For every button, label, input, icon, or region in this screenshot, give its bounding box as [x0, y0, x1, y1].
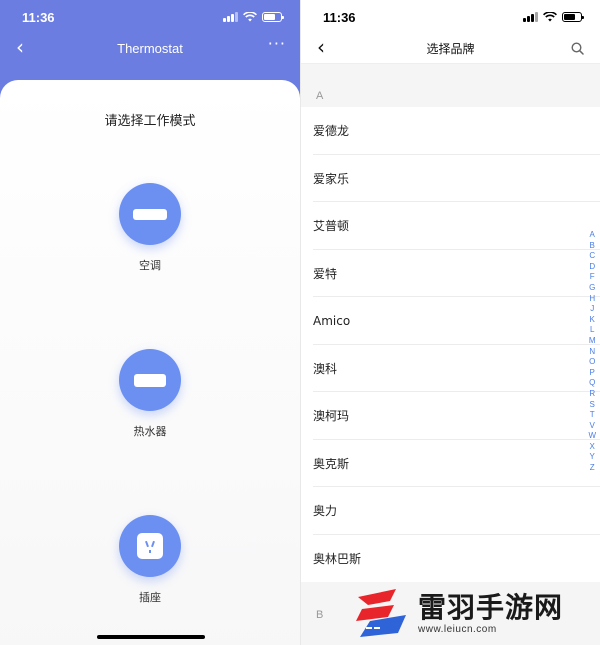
- signal-icon: [523, 12, 538, 22]
- battery-icon: [262, 12, 284, 22]
- home-indicator[interactable]: [97, 635, 205, 639]
- section-header-a: A: [316, 90, 324, 102]
- brand-item[interactable]: 爱家乐: [301, 155, 600, 203]
- mode-water-heater[interactable]: 热水器: [0, 349, 300, 439]
- signal-icon: [223, 12, 238, 22]
- mode-card: 请选择工作模式 空调 热水器 插座: [0, 80, 300, 645]
- mode-air-conditioner[interactable]: 空调: [0, 183, 300, 273]
- wifi-icon: [243, 12, 257, 22]
- watermark: 雷羽手游网 www.leiucn.com: [350, 583, 600, 643]
- watermark-title: 雷羽手游网: [418, 590, 564, 624]
- alphabet-index[interactable]: ABCDFGHJKLMNOPQRSTVWXYZ: [588, 230, 596, 474]
- brand-list: 爱德龙 爱家乐 艾普顿 爱特 Amico 澳科 澳柯玛 奥克斯 奥力 奥林巴斯: [301, 107, 600, 582]
- brand-select-screen: 11:36 ‹ 选择品牌 A 爱德龙 爱家乐 艾普顿 爱特 Amico 澳科 澳…: [300, 0, 600, 645]
- index-letter-w[interactable]: W: [588, 431, 596, 442]
- mode-label: 空调: [139, 259, 161, 272]
- index-letter-z[interactable]: Z: [590, 463, 595, 474]
- index-letter-v[interactable]: V: [590, 421, 595, 432]
- brand-item[interactable]: 奥克斯: [301, 440, 600, 488]
- search-icon[interactable]: [571, 42, 584, 55]
- index-letter-l[interactable]: L: [590, 325, 594, 336]
- status-bar: 11:36: [301, 0, 600, 34]
- more-icon[interactable]: ···: [268, 34, 286, 53]
- index-letter-y[interactable]: Y: [590, 452, 595, 463]
- index-letter-p[interactable]: P: [590, 368, 595, 379]
- status-bar: 11:36: [0, 0, 300, 34]
- watermark-logo-icon: [356, 589, 406, 637]
- index-letter-h[interactable]: H: [589, 294, 595, 305]
- index-letter-s[interactable]: S: [590, 400, 595, 411]
- index-letter-t[interactable]: T: [590, 410, 595, 421]
- air-conditioner-icon[interactable]: [119, 183, 181, 245]
- index-letter-a[interactable]: A: [590, 230, 595, 241]
- page-title: 选择品牌: [426, 42, 475, 56]
- watermark-url: www.leiucn.com: [418, 623, 497, 635]
- index-letter-g[interactable]: G: [589, 283, 595, 294]
- back-icon[interactable]: ‹: [16, 36, 24, 58]
- brand-item[interactable]: 艾普顿: [301, 202, 600, 250]
- battery-icon: [562, 12, 584, 22]
- brand-item[interactable]: Amico: [301, 297, 600, 345]
- back-icon[interactable]: ‹: [317, 36, 325, 58]
- mode-label: 插座: [139, 591, 161, 604]
- brand-item[interactable]: 澳科: [301, 345, 600, 393]
- index-letter-b[interactable]: B: [590, 241, 595, 252]
- index-letter-f[interactable]: F: [590, 272, 595, 283]
- index-letter-q[interactable]: Q: [589, 378, 595, 389]
- status-time: 11:36: [323, 9, 356, 25]
- brand-item[interactable]: 爱特: [301, 250, 600, 298]
- mode-heading: 请选择工作模式: [104, 114, 196, 129]
- mode-label: 热水器: [133, 425, 167, 438]
- index-letter-x[interactable]: X: [590, 442, 595, 453]
- nav-bar: ‹ 选择品牌: [301, 34, 600, 64]
- brand-item[interactable]: 澳柯玛: [301, 392, 600, 440]
- water-heater-icon[interactable]: [119, 349, 181, 411]
- index-letter-m[interactable]: M: [589, 336, 596, 347]
- thermostat-screen: 11:36 ‹ Thermostat ··· 请选择工作模式 空调 热水器 插座: [0, 0, 300, 645]
- brand-item[interactable]: 奥林巴斯: [301, 535, 600, 583]
- mode-socket[interactable]: 插座: [0, 515, 300, 605]
- page-title: Thermostat: [117, 40, 183, 56]
- index-letter-k[interactable]: K: [590, 315, 595, 326]
- brand-item[interactable]: 爱德龙: [301, 107, 600, 155]
- nav-bar: ‹ Thermostat ···: [0, 34, 300, 62]
- wifi-icon: [543, 12, 557, 22]
- index-letter-c[interactable]: C: [589, 251, 595, 262]
- socket-icon[interactable]: [119, 515, 181, 577]
- status-time: 11:36: [22, 9, 55, 25]
- index-letter-o[interactable]: O: [589, 357, 595, 368]
- index-letter-n[interactable]: N: [589, 347, 595, 358]
- index-letter-r[interactable]: R: [589, 389, 595, 400]
- brand-item[interactable]: 奥力: [301, 487, 600, 535]
- index-letter-d[interactable]: D: [589, 262, 595, 273]
- index-letter-j[interactable]: J: [590, 304, 594, 315]
